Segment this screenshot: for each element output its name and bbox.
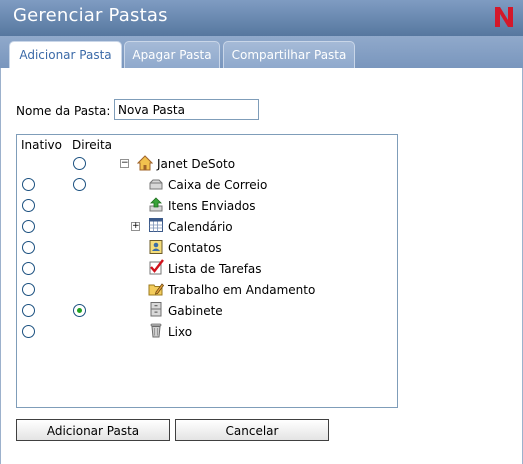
tab-strip: Adicionar Pasta Apagar Pasta Compartilha… — [0, 36, 523, 70]
novell-logo-icon — [495, 7, 513, 27]
inactive-radio-cabinet[interactable] — [22, 304, 35, 317]
title-bar: Gerenciar Pastas — [0, 0, 523, 36]
folder-name-input[interactable] — [114, 99, 259, 120]
window-title: Gerenciar Pastas — [13, 5, 168, 26]
sent-items-icon — [149, 197, 163, 212]
collapse-toggle-icon[interactable]: − — [120, 159, 129, 168]
work-in-progress-icon — [148, 283, 164, 296]
folder-name-label: Nome da Pasta: — [16, 104, 111, 118]
right-radio-janet-desoto[interactable] — [73, 157, 86, 170]
tree-item-task-list[interactable]: Lista de Tarefas — [168, 262, 262, 276]
right-radio-mailbox[interactable] — [73, 178, 86, 191]
inactive-radio-mailbox[interactable] — [22, 178, 35, 191]
tree-item-calendar[interactable]: Calendário — [168, 220, 233, 234]
tree-item-trash[interactable]: Lixo — [168, 325, 192, 339]
calendar-icon — [149, 218, 163, 232]
contacts-icon — [149, 240, 163, 254]
inactive-column-header: Inativo — [21, 138, 62, 152]
tab-share-folder[interactable]: Compartilhar Pasta — [223, 41, 355, 69]
tab-delete-folder[interactable]: Apagar Pasta — [124, 41, 220, 69]
inactive-radio-task-list[interactable] — [22, 262, 35, 275]
task-list-icon — [149, 259, 164, 275]
inactive-radio-sent-items[interactable] — [22, 199, 35, 212]
inactive-radio-contacts[interactable] — [22, 241, 35, 254]
tree-item-mailbox[interactable]: Caixa de Correio — [168, 178, 267, 192]
tree-item-cabinet[interactable]: Gabinete — [168, 304, 223, 318]
inactive-radio-trash[interactable] — [22, 325, 35, 338]
right-column-header: Direita — [72, 138, 113, 152]
tree-item-contacts[interactable]: Contatos — [168, 241, 222, 255]
right-radio-cabinet[interactable] — [73, 304, 86, 317]
mailbox-icon — [149, 179, 163, 190]
expand-toggle-icon[interactable]: + — [131, 222, 140, 231]
inactive-radio-work-in-progress[interactable] — [22, 283, 35, 296]
tree-item-janet-desoto[interactable]: Janet DeSoto — [157, 157, 235, 171]
add-folder-button[interactable]: Adicionar Pasta — [16, 419, 170, 441]
tree-item-sent-items[interactable]: Itens Enviados — [168, 199, 256, 213]
cabinet-icon — [150, 302, 162, 317]
cancel-button[interactable]: Cancelar — [175, 419, 329, 441]
trash-icon — [150, 323, 162, 338]
tree-item-work-in-progress[interactable]: Trabalho em Andamento — [168, 283, 315, 297]
tab-add-folder[interactable]: Adicionar Pasta — [9, 41, 122, 70]
inactive-radio-calendar[interactable] — [22, 220, 35, 233]
home-icon — [137, 155, 153, 171]
